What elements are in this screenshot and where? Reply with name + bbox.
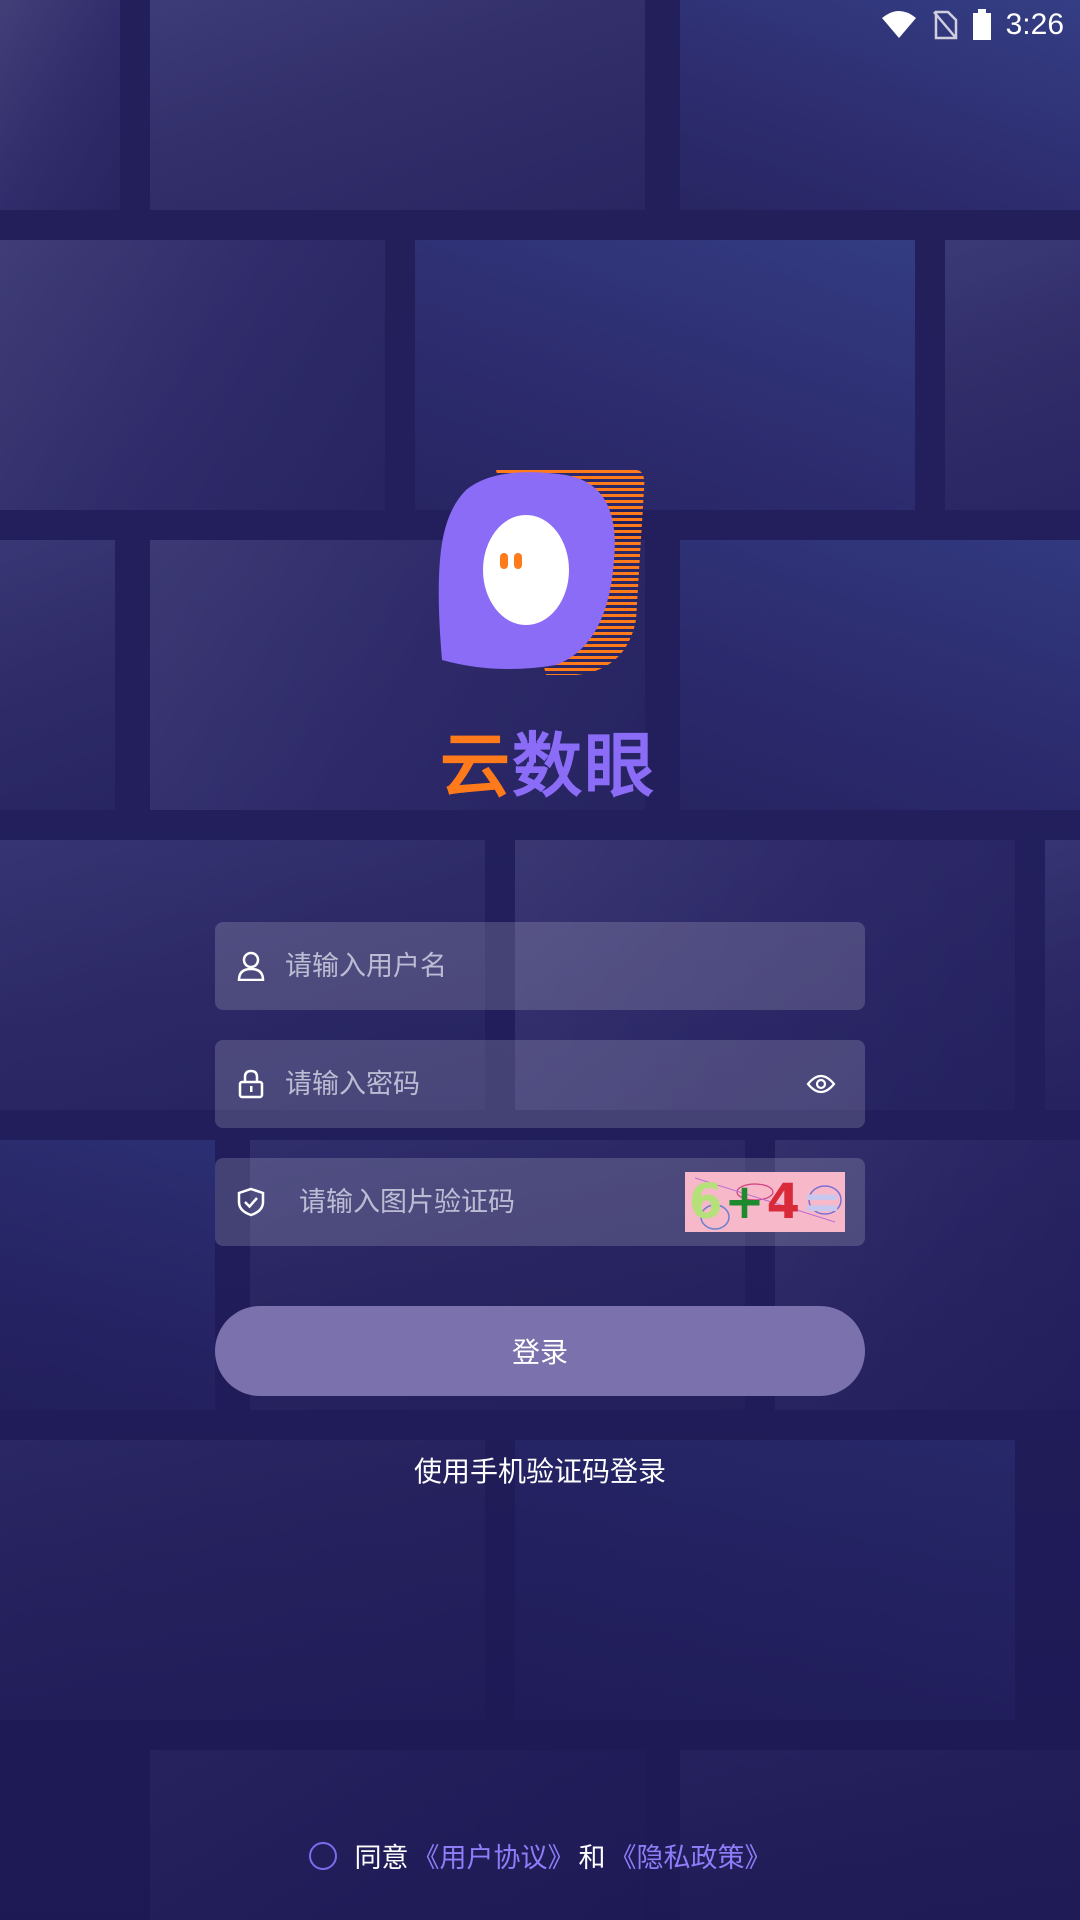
password-field[interactable] — [215, 1040, 865, 1128]
app-name-part2: 数眼 — [512, 725, 656, 807]
eye-icon[interactable] — [801, 1068, 841, 1100]
no-sim-icon — [932, 10, 958, 40]
wifi-icon — [880, 10, 918, 40]
app-name: 云数眼 — [440, 710, 656, 811]
captcha-field[interactable]: 6+4= — [215, 1158, 865, 1246]
status-time: 3:26 — [1005, 8, 1064, 41]
shield-check-icon — [235, 1186, 267, 1218]
captcha-text: 6+4= — [689, 1174, 845, 1230]
username-input[interactable] — [285, 922, 865, 1010]
lock-icon — [235, 1068, 267, 1100]
login-button[interactable]: 登录 — [215, 1306, 865, 1396]
app-name-part1: 云 — [440, 725, 512, 807]
privacy-policy-link[interactable]: 《隐私政策》 — [610, 1836, 772, 1875]
user-icon — [235, 950, 267, 982]
agreement-and: 和 — [578, 1843, 606, 1874]
login-screen: 3:26 云数眼 请输入用户名 请输入图片验证码 6+4= 登录 使用手机验证码… — [0, 0, 1080, 1920]
sms-login-link[interactable]: 使用手机验证码登录 — [0, 1450, 1080, 1490]
captcha-input[interactable] — [285, 1158, 685, 1246]
user-agreement-link[interactable]: 《用户协议》 — [413, 1836, 575, 1875]
ghost-logo-icon — [436, 470, 646, 680]
agreement-row: 同意 《用户协议》 和 《隐私政策》 — [0, 1836, 1080, 1875]
battery-icon — [972, 9, 992, 41]
status-bar: 3:26 — [0, 0, 1080, 50]
captcha-image[interactable]: 6+4= — [685, 1172, 845, 1232]
agreement-prefix: 同意 — [354, 1843, 409, 1874]
agree-radio[interactable] — [308, 1841, 337, 1870]
password-input[interactable] — [285, 1040, 801, 1128]
username-field[interactable] — [215, 922, 865, 1010]
